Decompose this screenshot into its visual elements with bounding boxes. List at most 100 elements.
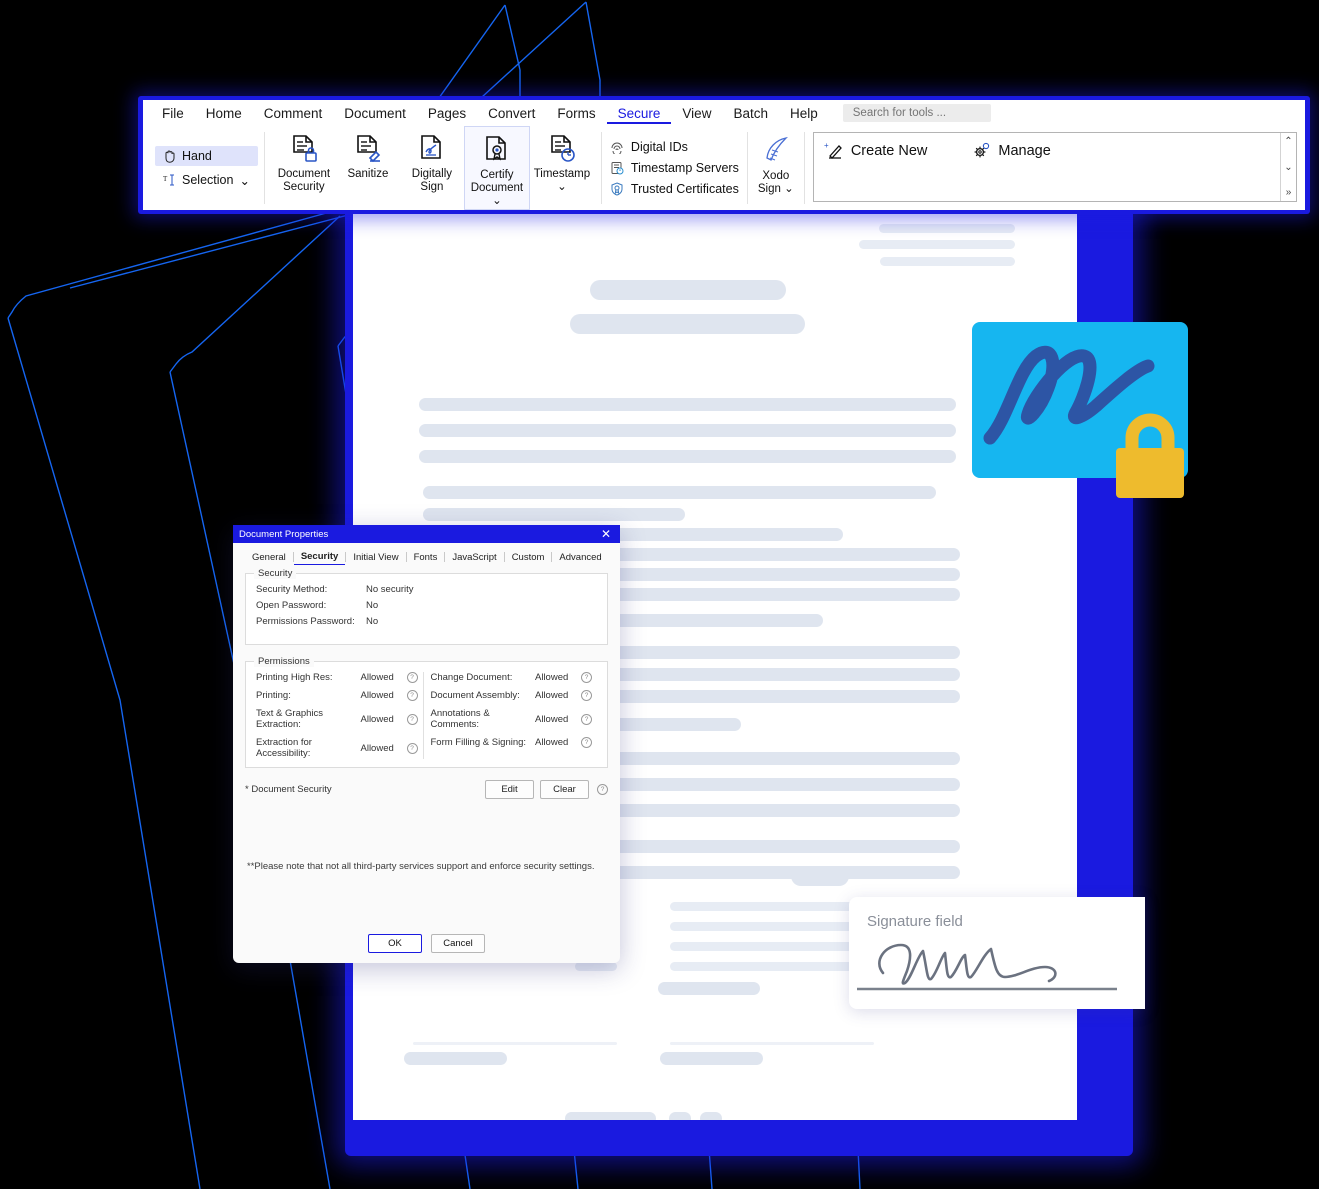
certify-document-button[interactable]: Certify Document ⌄ xyxy=(463,126,530,210)
help-icon[interactable]: ? xyxy=(581,713,592,725)
dialog-title: Document Properties xyxy=(239,528,329,540)
tab-fonts[interactable]: Fonts xyxy=(407,550,445,565)
document-properties-dialog: Document Properties ✕ General Security I… xyxy=(233,525,620,963)
help-icon[interactable]: ? xyxy=(406,690,418,701)
search-input[interactable] xyxy=(850,106,983,120)
menu-item-comment[interactable]: Comment xyxy=(253,103,334,124)
scroll-up-icon[interactable]: ⌃ xyxy=(1284,136,1292,147)
quill-icon xyxy=(766,136,788,161)
ribbon-group-modes: Hand T Selection ⌄ xyxy=(149,126,264,210)
certify-document-label-line2[interactable]: Document ⌄ xyxy=(465,182,529,208)
document-clock-icon xyxy=(551,135,575,162)
menu-item-home[interactable]: Home xyxy=(195,103,253,124)
permissions-password-value: No xyxy=(366,616,379,627)
signature-field-card[interactable]: Signature field xyxy=(849,897,1145,1009)
svg-text:+: + xyxy=(824,141,829,150)
permission-label: Form Filling & Signing: xyxy=(430,737,527,748)
handwritten-signature-icon xyxy=(857,943,1117,991)
menu-bar: File Home Comment Document Pages Convert… xyxy=(143,100,1305,126)
timestamp-button[interactable]: Timestamp ⌄ xyxy=(530,126,594,210)
manage-label: Manage xyxy=(998,143,1051,159)
menu-item-secure[interactable]: Secure xyxy=(606,103,672,124)
chevron-down-icon[interactable]: ⌄ xyxy=(239,173,249,188)
hand-tool-button[interactable]: Hand xyxy=(155,145,258,166)
permissions-fieldset: Permissions Printing High Res: Allowed ?… xyxy=(245,656,608,768)
menu-item-pages[interactable]: Pages xyxy=(417,103,477,124)
help-icon[interactable]: ? xyxy=(406,672,418,683)
help-icon[interactable]: ? xyxy=(581,672,592,683)
tab-javascript[interactable]: JavaScript xyxy=(445,550,503,565)
menu-item-document[interactable]: Document xyxy=(333,103,417,124)
xodo-sign-button[interactable]: Xodo Sign ⌄ xyxy=(748,126,804,210)
create-new-signature-button[interactable]: + Create New xyxy=(824,141,928,161)
tab-security[interactable]: Security xyxy=(293,549,346,565)
permission-value: Allowed xyxy=(360,742,394,754)
security-method-label: Security Method: xyxy=(256,584,328,595)
help-icon[interactable]: ? xyxy=(406,742,418,754)
timestamp-label-line2[interactable]: ⌄ xyxy=(557,181,567,194)
trusted-certificates-item[interactable]: Trusted Certificates xyxy=(610,182,739,196)
permission-label: Text & Graphics Extraction: xyxy=(256,708,324,730)
security-row: Security Method: No security xyxy=(256,584,597,595)
dialog-footer: OK Cancel xyxy=(233,934,620,953)
permissions-legend: Permissions xyxy=(254,656,314,667)
ok-button[interactable]: OK xyxy=(368,934,422,953)
ribbon: Hand T Selection ⌄ Document Security San… xyxy=(143,126,1305,210)
clear-button[interactable]: Clear xyxy=(540,780,589,799)
open-password-value: No xyxy=(366,600,379,611)
sanitize-button[interactable]: Sanitize xyxy=(336,126,400,210)
digital-ids-item[interactable]: Digital IDs xyxy=(610,140,739,154)
security-legend: Security xyxy=(254,568,297,579)
document-badge-icon xyxy=(486,136,506,161)
menu-item-convert[interactable]: Convert xyxy=(477,103,546,124)
menu-item-help[interactable]: Help xyxy=(779,103,829,124)
document-lock-icon xyxy=(293,135,317,162)
permission-value: Allowed xyxy=(360,672,394,683)
permission-row: Text & Graphics Extraction: Allowed ? xyxy=(256,708,423,730)
close-icon[interactable]: ✕ xyxy=(598,528,614,540)
security-note: **Please note that not all third-party s… xyxy=(247,861,595,872)
tab-general[interactable]: General xyxy=(245,550,293,565)
app-toolbar: File Home Comment Document Pages Convert… xyxy=(143,100,1305,210)
scroll-more-icon[interactable]: » xyxy=(1286,187,1292,198)
help-icon[interactable]: ? xyxy=(581,690,592,701)
security-fieldset: Security Security Method: No security Op… xyxy=(245,568,608,645)
permission-label: Annotations & Comments: xyxy=(430,708,490,730)
document-security-button[interactable]: Document Security xyxy=(272,126,336,210)
gallery-scrollbar[interactable]: ⌃ ⌄ » xyxy=(1280,133,1296,201)
search-box[interactable] xyxy=(842,104,991,122)
xodo-sign-label-line2[interactable]: Sign ⌄ xyxy=(758,183,794,196)
tab-custom[interactable]: Custom xyxy=(505,550,552,565)
permission-row: Document Assembly: Allowed ? xyxy=(431,690,598,701)
cancel-button[interactable]: Cancel xyxy=(431,934,485,953)
permissions-left-column: Printing High Res: Allowed ? Printing: A… xyxy=(256,672,423,759)
help-icon[interactable]: ? xyxy=(581,737,592,748)
create-new-signature-icon: + xyxy=(824,141,842,159)
permission-label: Document Assembly: xyxy=(430,690,520,701)
trusted-certificates-label: Trusted Certificates xyxy=(630,182,739,196)
menu-item-forms[interactable]: Forms xyxy=(546,103,606,124)
document-signature-icon xyxy=(421,135,441,159)
permission-value: Allowed xyxy=(535,713,569,725)
ribbon-group-certificates: Digital IDs Timestamp Servers Trusted Ce… xyxy=(602,126,747,210)
help-icon[interactable]: ? xyxy=(597,784,608,795)
menu-item-view[interactable]: View xyxy=(671,103,722,124)
hand-icon xyxy=(165,150,175,163)
scroll-down-icon[interactable]: ⌄ xyxy=(1284,162,1292,173)
certify-document-label-line1: Certify xyxy=(480,169,514,181)
digitally-sign-label-line1: Digitally xyxy=(411,168,453,180)
permission-row: Change Document: Allowed ? xyxy=(431,672,598,683)
tab-initial-view[interactable]: Initial View xyxy=(346,550,405,565)
permission-label: Printing High Res: xyxy=(256,672,333,683)
fingerprint-icon xyxy=(611,142,623,154)
selection-tool-button[interactable]: T Selection ⌄ xyxy=(155,170,258,191)
timestamp-servers-item[interactable]: Timestamp Servers xyxy=(610,161,739,175)
help-icon[interactable]: ? xyxy=(406,713,418,725)
menu-item-batch[interactable]: Batch xyxy=(722,103,779,124)
manage-signatures-button[interactable]: Manage xyxy=(971,141,1051,161)
digitally-sign-button[interactable]: Digitally Sign xyxy=(400,126,464,210)
permission-value: Allowed xyxy=(360,713,394,725)
tab-advanced[interactable]: Advanced xyxy=(552,550,608,565)
edit-button[interactable]: Edit xyxy=(485,780,534,799)
menu-item-file[interactable]: File xyxy=(151,103,195,124)
